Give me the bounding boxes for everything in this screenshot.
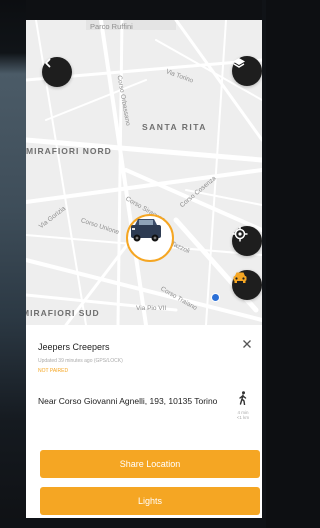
walk-distance: <1 km [236, 415, 250, 420]
vehicle-status: NOT PAIRED [38, 368, 69, 374]
vehicle-update-info: Updated 39 minutes ago (GPS/LOCK) [38, 358, 123, 364]
vehicle-image-icon [131, 219, 161, 242]
app-screen: Parco Ruffini Via Torino Corso Orbassano… [26, 20, 262, 518]
street-label: Parco Ruffini [90, 22, 133, 31]
map-view[interactable]: Parco Ruffini Via Torino Corso Orbassano… [26, 20, 262, 325]
back-button[interactable] [42, 57, 72, 87]
background-bottom [0, 518, 266, 528]
close-icon [243, 340, 251, 348]
vehicle-focus-button[interactable] [232, 270, 262, 300]
background-left [0, 0, 26, 528]
share-location-button[interactable]: Share Location [40, 450, 260, 478]
user-location-dot [211, 293, 220, 302]
vehicle-panel: Jeepers Creepers Updated 39 minutes ago … [26, 325, 262, 518]
chevron-left-icon [45, 58, 51, 68]
background-top [0, 0, 266, 20]
vehicle-marker[interactable] [126, 214, 174, 262]
crosshair-icon [232, 226, 248, 242]
vehicle-name: Jeepers Creepers [38, 342, 110, 352]
district-label: MIRAFIORI SUD [26, 308, 100, 318]
car-icon [233, 272, 247, 283]
vehicle-address: Near Corso Giovanni Agnelli, 193, 10135 … [38, 396, 218, 406]
layers-icon [233, 58, 245, 68]
map-layers-button[interactable] [232, 56, 262, 86]
walking-distance[interactable]: 4 min <1 km [232, 391, 254, 420]
locate-me-button[interactable] [232, 226, 262, 256]
lights-button[interactable]: Lights [40, 487, 260, 515]
background-right [262, 0, 266, 528]
district-label: MIRAFIORI NORD [26, 146, 112, 156]
walking-person-icon [239, 391, 247, 406]
street-label: Via Pio VII [136, 305, 167, 312]
close-panel-button[interactable] [242, 338, 252, 352]
district-label: SANTA RITA [142, 122, 207, 132]
